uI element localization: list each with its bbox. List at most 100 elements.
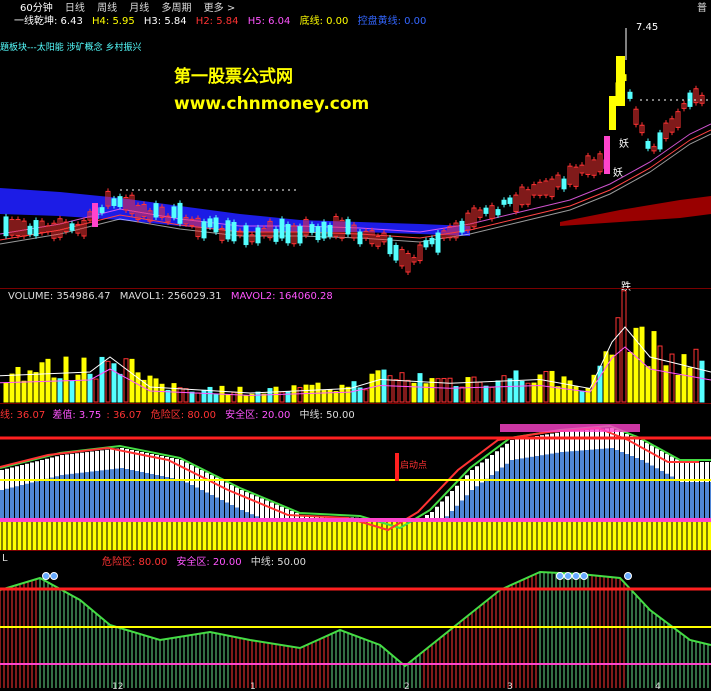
stock-chart-window: 60分钟 日线 周线 月线 多周期 更多 > 普 一线乾坤: 6.43 H4: …	[0, 0, 711, 691]
signal-dot	[572, 572, 580, 580]
osc-blue-bar	[480, 482, 484, 520]
signal-dot	[50, 572, 58, 580]
osc-blue-bar	[45, 478, 49, 520]
candle-body	[213, 217, 219, 233]
osc-blue-bar	[580, 450, 584, 520]
osc-blue-bar	[195, 487, 199, 520]
osc-blue-bar	[625, 454, 629, 520]
osc-blue-bar	[30, 482, 34, 520]
volume-bar	[555, 386, 561, 403]
osc-blue-bar	[110, 469, 114, 520]
osc-blue-bar	[125, 469, 129, 520]
volume-bar	[45, 358, 51, 403]
osc-blue-bar	[55, 476, 59, 520]
start-point-label: 启动点	[400, 461, 428, 471]
volume-bar	[255, 391, 261, 403]
osc-blue-bar	[630, 456, 634, 520]
osc-blue-bar	[590, 449, 594, 520]
osc-blue-bar	[645, 462, 649, 520]
volume-bar	[477, 381, 483, 403]
osc-blue-bar	[180, 480, 184, 520]
volume-bar	[195, 392, 201, 403]
volume-bar	[93, 378, 99, 403]
osc-blue-bar	[65, 474, 69, 520]
volume-bar	[585, 387, 591, 403]
volume-bar	[459, 386, 465, 403]
volume-bar	[615, 317, 621, 403]
candle-body	[345, 219, 351, 235]
volume-bar	[297, 386, 303, 403]
volume-bar	[105, 360, 111, 403]
osc-white-bar	[440, 501, 444, 520]
volume-bar	[465, 377, 471, 403]
osc-blue-bar	[15, 486, 19, 520]
candle-body	[69, 223, 75, 231]
volume-bar	[669, 353, 675, 403]
osc-blue-bar	[190, 485, 194, 520]
osc-blue-bar	[95, 470, 99, 520]
osc-blue-bar	[565, 451, 569, 520]
osc-white-bar	[270, 502, 274, 520]
volume-bar	[483, 385, 489, 403]
volume-bar	[9, 373, 15, 403]
osc-blue-bar	[505, 463, 509, 520]
osc-diff-value: 差值: 3.75	[52, 410, 102, 421]
volume-bar	[495, 380, 501, 403]
osc-blue-bar	[695, 482, 699, 520]
volume-bar	[489, 386, 495, 403]
osc-danger-value: 危险区: 80.00	[150, 410, 216, 421]
volume-bar	[285, 391, 291, 403]
osc-blue-bar	[460, 500, 464, 520]
signal-dot	[564, 572, 572, 580]
volume-bar	[501, 375, 507, 403]
volume-bar	[15, 366, 21, 403]
time-axis-label-4: 4	[655, 682, 661, 691]
candle-body	[561, 178, 567, 190]
candle-body	[483, 207, 489, 214]
volume-bar	[213, 393, 219, 403]
osc-blue-bar	[570, 451, 574, 520]
osc-magenta-cap	[500, 424, 640, 432]
volume-bar	[687, 367, 693, 403]
volume-bar	[561, 376, 567, 403]
osc-blue-bar	[540, 455, 544, 520]
volume-bar	[153, 378, 159, 403]
volume-bar	[33, 372, 39, 403]
pane-divider-volume	[0, 288, 711, 289]
volume-bar	[639, 326, 645, 403]
osc-blue-bar	[680, 482, 684, 520]
candle-body	[357, 231, 363, 245]
bottom-danger-value: 危险区: 80.00	[102, 557, 168, 568]
candle-body	[321, 221, 327, 239]
candle-body	[255, 227, 261, 244]
volume-bar	[627, 352, 633, 403]
volume-bar	[183, 388, 189, 403]
osc-blue-bar	[510, 460, 514, 520]
volume-bar	[633, 327, 639, 403]
volume-bar	[315, 382, 321, 403]
tall-yellow-candle	[616, 56, 625, 106]
osc-blue-bar	[200, 490, 204, 520]
candle-body	[279, 218, 285, 239]
volume-bar	[69, 380, 75, 403]
volume-bar	[399, 372, 405, 403]
osc-blue-bar	[705, 482, 709, 520]
volume-bar	[87, 373, 93, 403]
volume-bar	[567, 380, 573, 403]
osc-blue-bar	[165, 477, 169, 520]
volume-bar	[171, 383, 177, 403]
osc-blue-bar	[210, 495, 214, 520]
volume-bar	[27, 370, 33, 403]
volume-indicator-row: VOLUME: 354986.47 MAVOL1: 256029.31 MAVO…	[8, 291, 339, 302]
candle-body	[33, 220, 39, 237]
osc-blue-bar	[620, 452, 624, 520]
osc-blue-bar	[490, 475, 494, 520]
osc-blue-bar	[5, 488, 9, 520]
chart-canvas	[0, 28, 711, 688]
volume-bar	[339, 384, 345, 403]
bottom-left-label: L	[2, 553, 8, 564]
osc-blue-bar	[455, 505, 459, 520]
osc-blue-bar	[470, 490, 474, 520]
candle-body	[243, 225, 249, 246]
time-axis-label-12: 12	[112, 682, 124, 691]
